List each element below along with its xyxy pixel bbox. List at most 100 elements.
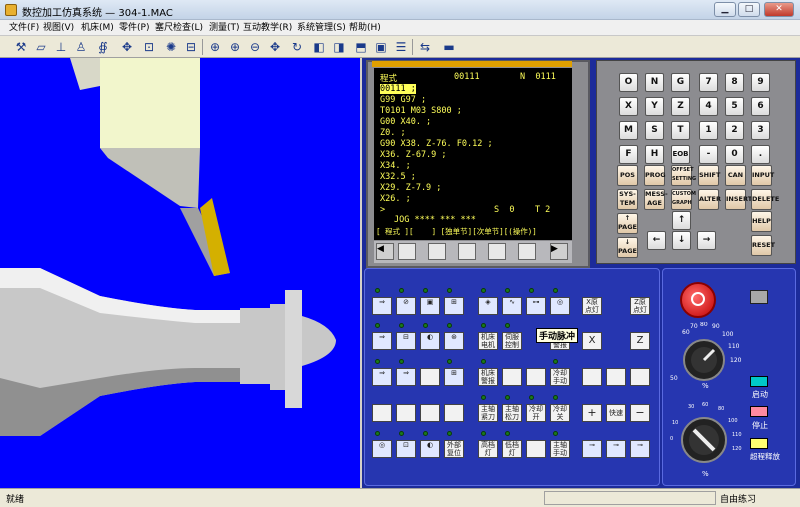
key-6[interactable]: 6 — [751, 97, 770, 116]
swap-icon[interactable]: ⇆ — [416, 38, 434, 56]
key-insert[interactable]: INSERT — [725, 189, 752, 210]
dry-run-button[interactable]: ◐ — [420, 332, 440, 350]
clamp-icon[interactable]: ∯ — [94, 38, 112, 56]
arrow-down-icon[interactable]: ↓ — [672, 231, 691, 250]
arrow-up-icon[interactable]: ↑ — [672, 211, 691, 230]
spindle-clamp-button[interactable]: 主轴紧刀 — [478, 404, 498, 422]
menu-view[interactable]: 视图(V) — [40, 21, 77, 35]
key-reset[interactable]: RESET — [751, 235, 775, 256]
spindle-stop-button[interactable]: ⊡ — [396, 440, 416, 458]
softkey-3[interactable] — [458, 243, 476, 260]
inc-jog-button[interactable]: ⊶ — [526, 297, 546, 315]
menu-part[interactable]: 零件(P) — [116, 21, 152, 35]
softkey-left-icon[interactable]: ◀ — [376, 243, 394, 260]
softkey-2[interactable] — [428, 243, 446, 260]
optional-stop-button[interactable]: ⊛ — [444, 332, 464, 350]
spindle-ccw-button[interactable]: ◐ — [420, 440, 440, 458]
key-delete[interactable]: DELETE — [751, 189, 779, 210]
spindle-100-button[interactable]: ⊸ — [606, 440, 626, 458]
machine-viewport[interactable] — [0, 58, 360, 488]
key-can[interactable]: CAN — [725, 165, 746, 186]
key-2[interactable]: 2 — [725, 121, 744, 140]
servo-control-button[interactable]: 伺服控制 — [502, 332, 522, 350]
eraser-icon[interactable]: ▱ — [32, 38, 50, 56]
softkey-5[interactable] — [518, 243, 536, 260]
menu-system[interactable]: 系统管理(S) — [294, 21, 349, 35]
coolant-on-button[interactable]: 冷却开 — [526, 404, 546, 422]
key-m[interactable]: M — [619, 121, 638, 140]
blank-button[interactable] — [396, 404, 416, 422]
pan-icon[interactable]: ✥ — [266, 38, 284, 56]
key-alter[interactable]: ALTER — [698, 189, 721, 210]
key-f[interactable]: F — [619, 145, 638, 164]
key-y[interactable]: Y — [645, 97, 664, 116]
jog-button[interactable]: ∿ — [502, 297, 522, 315]
blank-button[interactable] — [420, 404, 440, 422]
arrow-right-icon[interactable]: → — [697, 231, 716, 250]
single-block-button[interactable]: ⇒ — [372, 332, 392, 350]
mode-dnc-button[interactable]: ⊞ — [444, 297, 464, 315]
cycle-start-button[interactable] — [750, 376, 768, 387]
key-offset-setting[interactable]: OFFSET SETTING — [671, 165, 696, 186]
spindle-dec-button[interactable]: ⊸ — [582, 440, 602, 458]
rotate-icon[interactable]: ↻ — [288, 38, 306, 56]
plus-button[interactable]: + — [582, 404, 602, 422]
spindle-override-dial[interactable]: 30 60 80 100 110 120 10 0 % — [668, 400, 750, 484]
spindle-release-button[interactable]: 主轴松刀 — [502, 404, 522, 422]
key-0[interactable]: 0 — [725, 145, 744, 164]
user-icon[interactable]: ♙ — [72, 38, 90, 56]
key-3[interactable]: 3 — [751, 121, 770, 140]
key-o[interactable]: O — [619, 73, 638, 92]
key-prog[interactable]: PROG — [644, 165, 666, 186]
key-8[interactable]: 8 — [725, 73, 744, 92]
maximize-button[interactable]: □ — [738, 2, 760, 17]
key-9[interactable]: 9 — [751, 73, 770, 92]
softkey-1[interactable] — [398, 243, 416, 260]
cycle-start-button[interactable]: ⇒ — [372, 368, 392, 386]
minimize-button[interactable]: ▁ — [714, 2, 736, 17]
external-reset-button[interactable]: 外部复位 — [444, 440, 464, 458]
key-page-up[interactable]: ↑ PAGE — [617, 213, 638, 234]
view-front-icon[interactable]: ▣ — [372, 38, 390, 56]
machine-motor-button[interactable]: 机床电机 — [478, 332, 498, 350]
spindle-cw-button[interactable]: ◎ — [372, 440, 392, 458]
key-message[interactable]: MESS-AGE — [644, 189, 668, 210]
z-axis-button[interactable]: Z — [630, 332, 650, 350]
softkey-right-icon[interactable]: ▶ — [550, 243, 568, 260]
key-7[interactable]: 7 — [699, 73, 718, 92]
key-t[interactable]: T — [671, 121, 690, 140]
close-button[interactable]: ✕ — [764, 2, 794, 17]
key-pos[interactable]: POS — [617, 165, 638, 186]
key-switch[interactable] — [750, 290, 768, 304]
menu-file[interactable]: 文件(F) — [6, 21, 42, 35]
zoom-in-icon[interactable]: ⊕ — [226, 38, 244, 56]
arrow-left-icon[interactable]: ← — [647, 231, 666, 250]
menu-help[interactable]: 帮助(H) — [346, 21, 384, 35]
tool-icon[interactable]: ⚒ — [12, 38, 30, 56]
spindle-inc-button[interactable]: ⊸ — [630, 440, 650, 458]
coolant-off-button[interactable]: 冷却关 — [550, 404, 570, 422]
key-s[interactable]: S — [645, 121, 664, 140]
panel-icon[interactable]: ▬ — [440, 38, 458, 56]
minus-button[interactable]: − — [630, 404, 650, 422]
key-custom-graph[interactable]: CUSTOM GRAPH — [671, 189, 696, 210]
blank-button[interactable] — [526, 368, 546, 386]
key-x[interactable]: X — [619, 97, 638, 116]
key-shift[interactable]: SHIFT — [698, 165, 720, 186]
ruler-icon[interactable]: ⊟ — [182, 38, 200, 56]
blank-button[interactable] — [630, 368, 650, 386]
feed-hold-button[interactable]: ⇒ — [396, 368, 416, 386]
blank-button[interactable] — [502, 368, 522, 386]
spindle-manual-button[interactable]: 主轴手动 — [550, 440, 570, 458]
handwheel-button[interactable]: ◎ — [550, 297, 570, 315]
key-n[interactable]: N — [645, 73, 664, 92]
blank-button[interactable] — [420, 368, 440, 386]
measure-icon[interactable]: ⊡ — [140, 38, 158, 56]
chuck-icon[interactable]: ⊥ — [52, 38, 70, 56]
sun-icon[interactable]: ✺ — [162, 38, 180, 56]
gear-icon[interactable]: ✥ — [118, 38, 136, 56]
key-page-down[interactable]: ↓ PAGE — [617, 237, 638, 258]
key-g[interactable]: G — [671, 73, 690, 92]
key-5[interactable]: 5 — [725, 97, 744, 116]
view-top-icon[interactable]: ⬒ — [352, 38, 370, 56]
